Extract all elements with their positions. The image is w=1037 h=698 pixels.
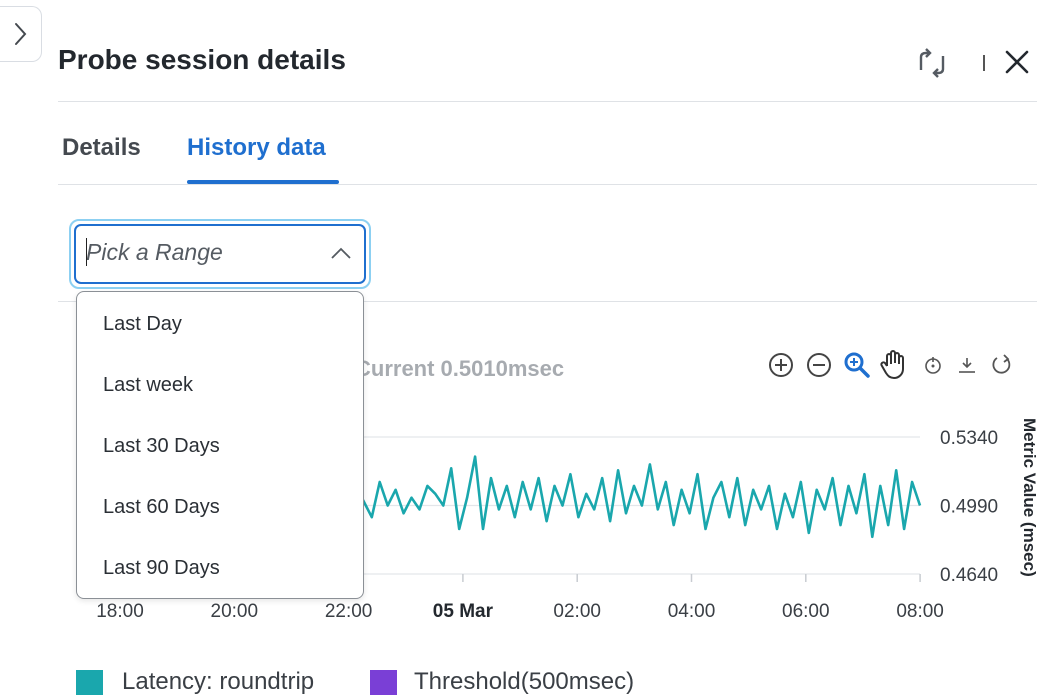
x-tick-label: 22:00 bbox=[325, 601, 373, 622]
y-tick-label: 0.4640 bbox=[940, 565, 998, 586]
range-option-last-30-days[interactable]: Last 30 Days bbox=[103, 435, 220, 458]
chevron-up-icon[interactable] bbox=[330, 246, 352, 260]
legend-label-latency: Latency: roundtrip bbox=[122, 668, 315, 695]
x-tick-label: 18:00 bbox=[96, 601, 144, 622]
text-caret bbox=[86, 238, 87, 266]
y-tick-label: 0.5340 bbox=[940, 428, 998, 449]
range-option-last-day[interactable]: Last Day bbox=[103, 313, 182, 336]
range-option-last-60-days[interactable]: Last 60 Days bbox=[103, 496, 220, 519]
range-input[interactable] bbox=[84, 234, 314, 270]
y-axis-title: Metric Value (msec) bbox=[1020, 418, 1037, 577]
x-tick-label: 20:00 bbox=[211, 601, 259, 622]
range-picker[interactable] bbox=[69, 219, 371, 289]
legend-label-threshold: Threshold(500msec) bbox=[414, 668, 635, 695]
x-tick-label: 08:00 bbox=[896, 601, 944, 622]
range-picker-field[interactable] bbox=[74, 224, 366, 284]
y-tick-label: 0.4990 bbox=[940, 497, 998, 518]
range-option-last-week[interactable]: Last week bbox=[103, 374, 193, 397]
x-tick-label: 06:00 bbox=[782, 601, 830, 622]
latency-series-line bbox=[338, 455, 922, 539]
x-tick-label: 04:00 bbox=[668, 601, 716, 622]
legend-swatch-latency bbox=[76, 670, 103, 695]
x-tick-label: 02:00 bbox=[553, 601, 601, 622]
x-tick-label: 05 Mar bbox=[433, 601, 494, 622]
range-option-last-90-days[interactable]: Last 90 Days bbox=[103, 557, 220, 580]
range-dropdown-menu: Last Day Last week Last 30 Days Last 60 … bbox=[76, 291, 364, 599]
legend-swatch-threshold bbox=[370, 670, 397, 695]
